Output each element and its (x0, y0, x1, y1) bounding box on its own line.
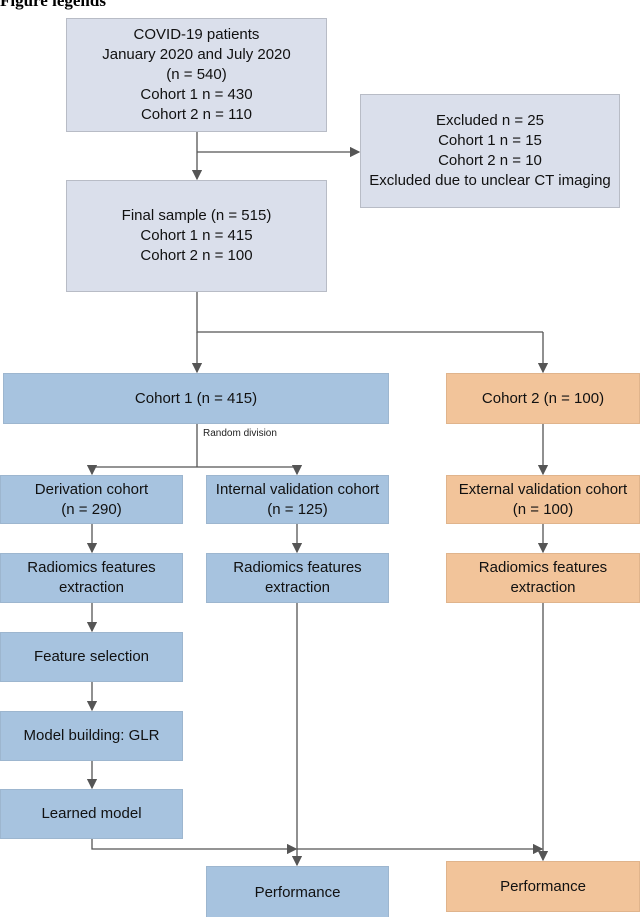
internal-validation-box: Internal validation cohort (n = 125) (206, 475, 389, 524)
cohort1-label: Cohort 1 (n = 415) (134, 389, 258, 407)
external-line: (n = 100) (512, 500, 574, 518)
radiomics-derivation-box: Radiomics features extraction (0, 553, 183, 603)
arrow-to-internal (197, 464, 303, 476)
learned-model-box: Learned model (0, 789, 183, 839)
excluded-line: Cohort 2 n = 10 (438, 152, 542, 169)
patients-line: (n = 540) (166, 66, 227, 83)
arrow-learned-to-internal (91, 839, 298, 855)
flow-diagram: Figure legends COVID-19 patients January… (0, 0, 640, 917)
derivation-line: Derivation cohort (34, 480, 149, 498)
model-building-box: Model building: GLR (0, 711, 183, 761)
final-line: Cohort 1 n = 415 (140, 227, 253, 244)
radiomics-line: Radiomics features (27, 559, 156, 576)
final-line: Cohort 2 n = 100 (140, 247, 253, 264)
line-final-split (196, 292, 543, 333)
external-line: External validation cohort (458, 480, 628, 498)
random-division-label: Random division (203, 428, 277, 439)
radiomics-line: extraction (58, 579, 125, 596)
patients-line: January 2020 and July 2020 (102, 46, 291, 63)
cohort1-box: Cohort 1 (n = 415) (3, 373, 389, 424)
final-sample-box: Final sample (n = 515) Cohort 1 n = 415 … (66, 180, 327, 292)
cohort2-box: Cohort 2 (n = 100) (446, 373, 640, 424)
learned-model-label: Learned model (41, 805, 142, 822)
radiomics-external-box: Radiomics features extraction (446, 553, 640, 603)
arrow-to-derivation (86, 464, 197, 476)
radiomics-line: Radiomics features (478, 559, 608, 576)
radiomics-internal-box: Radiomics features extraction (206, 553, 389, 603)
radiomics-line: extraction (264, 579, 331, 596)
performance-label: Performance (254, 884, 341, 901)
derivation-line: (n = 290) (61, 500, 122, 518)
excluded-line: Excluded n = 25 (436, 112, 544, 129)
feature-selection-box: Feature selection (0, 632, 183, 682)
radiomics-line: extraction (510, 579, 576, 596)
excluded-line: Excluded due to unclear CT imaging (369, 172, 611, 189)
patients-line: COVID-19 patients (133, 26, 260, 43)
cohort2-label: Cohort 2 (n = 100) (481, 389, 605, 407)
external-validation-box: External validation cohort (n = 100) (446, 475, 640, 524)
radiomics-line: Radiomics features (233, 559, 362, 576)
derivation-box: Derivation cohort (n = 290) (0, 475, 183, 524)
performance-label: Performance (500, 877, 586, 895)
patients-line: Cohort 2 n = 110 (140, 106, 253, 123)
excluded-line: Cohort 1 n = 15 (438, 132, 542, 149)
patients-line: Cohort 1 n = 430 (140, 86, 253, 103)
feature-selection-label: Feature selection (33, 648, 150, 665)
patients-box: COVID-19 patients January 2020 and July … (66, 18, 327, 132)
excluded-box: Excluded n = 25 Cohort 1 n = 15 Cohort 2… (360, 94, 620, 208)
model-building-label: Model building: GLR (23, 727, 160, 744)
final-line: Final sample (n = 515) (121, 207, 272, 224)
performance-internal-box: Performance (206, 866, 389, 917)
performance-external-box: Performance (446, 861, 640, 912)
internal-line: (n = 125) (267, 500, 328, 518)
internal-line: Internal validation cohort (215, 480, 380, 498)
